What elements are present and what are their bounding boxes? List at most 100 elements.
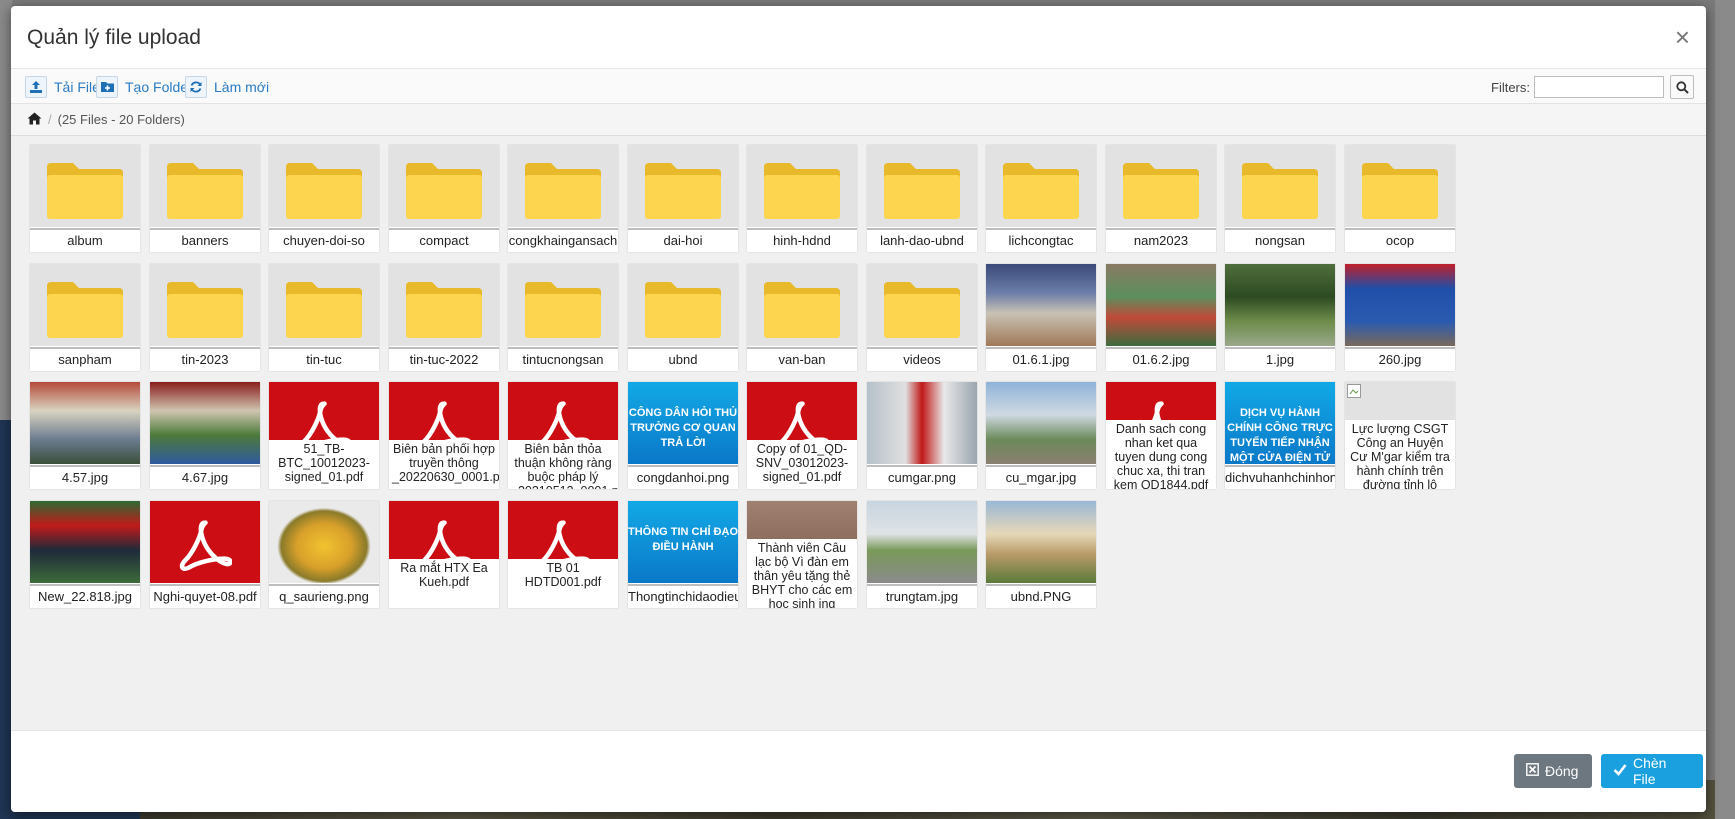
- folder-item[interactable]: hinh-hdnd: [747, 145, 857, 252]
- file-item[interactable]: Ra mắt HTX Ea Kueh.pdf: [389, 501, 499, 608]
- pdf-icon: [150, 501, 260, 583]
- folder-item[interactable]: tin-tuc-2022: [389, 264, 499, 371]
- file-item[interactable]: Copy of 01_QD-SNV_03012023-signed_01.pdf: [747, 382, 857, 489]
- home-icon[interactable]: [27, 112, 42, 128]
- file-item[interactable]: Thành viên Câu lạc bộ Vì đàn em thân yêu…: [747, 501, 857, 608]
- file-name-label: videos: [867, 347, 977, 371]
- check-icon: [1613, 763, 1627, 779]
- file-item[interactable]: THÔNG TIN CHỈ ĐẠO ĐIỀU HÀNH Thongtinchida…: [628, 501, 738, 608]
- image-thumbnail: [986, 382, 1096, 464]
- photo-preview: [986, 382, 1096, 464]
- file-item[interactable]: cu_mgar.jpg: [986, 382, 1096, 489]
- file-item[interactable]: 1.jpg: [1225, 264, 1335, 371]
- file-item[interactable]: Biên bản thỏa thuận không ràng buộc pháp…: [508, 382, 618, 489]
- folder-item[interactable]: nongsan: [1225, 145, 1335, 252]
- photo-preview: [1106, 264, 1216, 346]
- file-item[interactable]: 51_TB-BTC_10012023-signed_01.pdf: [269, 382, 379, 489]
- image-thumbnail: [986, 501, 1096, 583]
- insert-file-button[interactable]: Chèn File: [1601, 754, 1703, 788]
- file-item[interactable]: Danh sach cong nhan ket qua tuyen dung c…: [1106, 382, 1216, 489]
- toolbar: Tải File Tạo Folder Làm mới Filters:: [11, 69, 1706, 104]
- file-name-label: banners: [150, 228, 260, 252]
- close-button[interactable]: Đóng: [1514, 754, 1592, 788]
- photo-preview: [1225, 264, 1335, 346]
- file-item[interactable]: New_22.818.jpg: [30, 501, 140, 608]
- refresh-button[interactable]: Làm mới: [185, 75, 269, 98]
- folder-icon: [30, 264, 140, 346]
- image-thumbnail: THÔNG TIN CHỈ ĐẠO ĐIỀU HÀNH: [628, 501, 738, 583]
- create-folder-button[interactable]: Tạo Folder: [96, 75, 193, 98]
- file-item[interactable]: Nghi-quyet-08.pdf: [150, 501, 260, 608]
- file-item[interactable]: cumgar.png: [867, 382, 977, 489]
- file-item[interactable]: Lực lượng CSGT Công an Huyện Cư M'gar ki…: [1345, 382, 1455, 489]
- folder-item[interactable]: dai-hoi: [628, 145, 738, 252]
- folder-icon: [389, 145, 499, 227]
- search-button[interactable]: [1670, 75, 1694, 99]
- photo-preview: [867, 382, 977, 464]
- folder-item[interactable]: lichcongtac: [986, 145, 1096, 252]
- file-item[interactable]: 01.6.1.jpg: [986, 264, 1096, 371]
- folder-item[interactable]: nam2023: [1106, 145, 1216, 252]
- file-name-label: nongsan: [1225, 228, 1335, 252]
- file-item[interactable]: 4.67.jpg: [150, 382, 260, 489]
- file-item[interactable]: TB 01 HDTD001.pdf: [508, 501, 618, 608]
- folder-item[interactable]: tintucnongsan: [508, 264, 618, 371]
- folder-item[interactable]: chuyen-doi-so: [269, 145, 379, 252]
- filters-input[interactable]: [1534, 76, 1664, 98]
- file-item[interactable]: 01.6.2.jpg: [1106, 264, 1216, 371]
- file-name-label: Ra mắt HTX Ea Kueh.pdf: [389, 559, 499, 608]
- file-item[interactable]: CÔNG DÂN HỎI THỦ TRƯỞNG CƠ QUAN TRẢ LỜI c…: [628, 382, 738, 489]
- refresh-icon: [185, 75, 207, 98]
- modal-footer: Đóng Chèn File: [11, 730, 1706, 812]
- file-item[interactable]: q_saurieng.png: [269, 501, 379, 608]
- image-thumbnail: DỊCH VỤ HÀNH CHÍNH CÔNG TRỰC TUYẾN TIẾP …: [1225, 382, 1335, 464]
- file-item[interactable]: trungtam.jpg: [867, 501, 977, 608]
- file-item[interactable]: 260.jpg: [1345, 264, 1455, 371]
- file-item[interactable]: Biên bản phối hợp truyền thông _20220630…: [389, 382, 499, 489]
- folder-item[interactable]: compact: [389, 145, 499, 252]
- background-right-panel: [1715, 0, 1735, 819]
- image-thumbnail: [30, 382, 140, 464]
- file-name-label: Nghi-quyet-08.pdf: [150, 584, 260, 608]
- file-name-label: Biên bản phối hợp truyền thông _20220630…: [389, 440, 499, 489]
- folder-icon: [867, 264, 977, 346]
- file-item[interactable]: DỊCH VỤ HÀNH CHÍNH CÔNG TRỰC TUYẾN TIẾP …: [1225, 382, 1335, 489]
- folder-icon: [508, 145, 618, 227]
- file-name-label: 01.6.2.jpg: [1106, 347, 1216, 371]
- folder-plus-icon: [96, 75, 118, 98]
- close-button-label: Đóng: [1545, 763, 1579, 779]
- filters-group: Filters:: [1491, 75, 1694, 99]
- file-name-label: Thongtinchidaodieu: [628, 584, 738, 608]
- file-name-label: q_saurieng.png: [269, 584, 379, 608]
- folder-icon: [389, 264, 499, 346]
- folder-item[interactable]: ubnd: [628, 264, 738, 371]
- search-icon: [1675, 80, 1689, 94]
- file-item[interactable]: ubnd.PNG: [986, 501, 1096, 608]
- file-name-label: 01.6.1.jpg: [986, 347, 1096, 371]
- file-item[interactable]: 4.57.jpg: [30, 382, 140, 489]
- folder-icon: [628, 264, 738, 346]
- folder-item[interactable]: tin-2023: [150, 264, 260, 371]
- folder-item[interactable]: videos: [867, 264, 977, 371]
- folder-item[interactable]: tin-tuc: [269, 264, 379, 371]
- banner-thumbnail-text: THÔNG TIN CHỈ ĐẠO ĐIỀU HÀNH: [628, 501, 738, 583]
- create-folder-label: Tạo Folder: [125, 78, 193, 95]
- folder-item[interactable]: album: [30, 145, 140, 252]
- modal-body: Tải File Tạo Folder Làm mới Filters: / (…: [11, 69, 1706, 730]
- image-thumbnail: [150, 382, 260, 464]
- close-icon[interactable]: ×: [1675, 24, 1690, 50]
- folder-item[interactable]: sanpham: [30, 264, 140, 371]
- image-thumbnail: [1345, 264, 1455, 346]
- upload-file-button[interactable]: Tải File: [25, 75, 100, 98]
- file-name-label: chuyen-doi-so: [269, 228, 379, 252]
- refresh-label: Làm mới: [214, 78, 270, 95]
- image-thumbnail: [986, 264, 1096, 346]
- folder-item[interactable]: van-ban: [747, 264, 857, 371]
- folder-icon: [628, 145, 738, 227]
- folder-item[interactable]: banners: [150, 145, 260, 252]
- folder-icon: [150, 264, 260, 346]
- folder-item[interactable]: congkhaingansach: [508, 145, 618, 252]
- folder-item[interactable]: ocop: [1345, 145, 1455, 252]
- file-name-label: cumgar.png: [867, 465, 977, 489]
- folder-item[interactable]: lanh-dao-ubnd: [867, 145, 977, 252]
